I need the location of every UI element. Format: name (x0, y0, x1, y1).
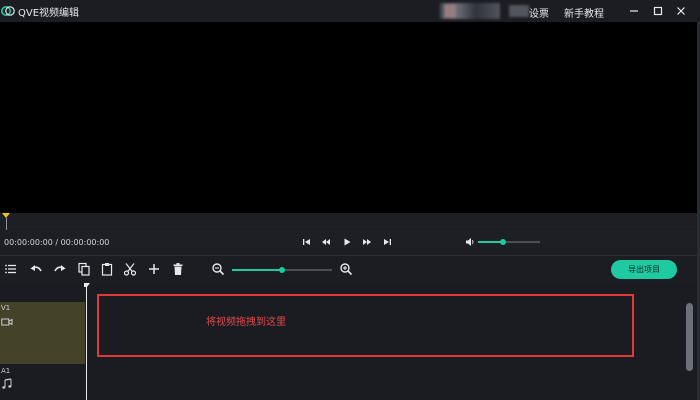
play-icon[interactable] (342, 237, 352, 247)
volume-slider-handle[interactable] (499, 239, 506, 245)
export-project-button[interactable]: 导出项目 (611, 260, 677, 279)
zoom-slider-fill (232, 269, 282, 271)
skip-to-start-icon[interactable] (302, 237, 312, 247)
video-track-header[interactable] (0, 302, 85, 364)
timeline-scrollbar[interactable] (686, 303, 693, 371)
track-label-a1: A1 (1, 367, 11, 375)
app-logo-icon (1, 6, 15, 16)
list-icon[interactable] (4, 262, 18, 276)
maximize-icon[interactable] (650, 3, 666, 19)
user-avatar-blurred[interactable] (440, 3, 500, 19)
timecode-display: 00:00:00:00 / 00:00:00:00 (4, 238, 110, 247)
undo-icon[interactable] (29, 262, 43, 276)
timeline-playhead-marker-icon[interactable] (84, 283, 90, 289)
copy-icon[interactable] (77, 262, 91, 276)
video-preview[interactable] (0, 22, 697, 213)
timeline-playhead-line[interactable] (86, 283, 87, 400)
close-icon[interactable] (673, 3, 689, 19)
redo-icon[interactable] (53, 262, 67, 276)
add-icon[interactable] (147, 262, 161, 276)
app-title: QVE视频编辑 (18, 8, 80, 19)
delete-icon[interactable] (171, 262, 185, 276)
zoom-slider-handle[interactable] (279, 267, 285, 273)
zoom-out-icon[interactable] (211, 262, 225, 276)
preview-seek-ruler[interactable] (0, 213, 697, 229)
zoom-in-icon[interactable] (339, 262, 353, 276)
settings-menu[interactable]: 设票 (529, 5, 549, 20)
fast-forward-icon[interactable] (362, 237, 372, 247)
volume-icon[interactable] (465, 237, 475, 247)
track-label-v1: V1 (1, 304, 11, 312)
video-camera-icon (1, 318, 13, 326)
drop-hint-text: 将视频拖拽到这里 (206, 317, 286, 328)
media-drop-zone[interactable] (97, 294, 634, 357)
paste-icon[interactable] (100, 262, 114, 276)
user-name-blurred (509, 5, 529, 17)
music-note-icon (2, 378, 12, 389)
rewind-icon[interactable] (321, 237, 331, 247)
playhead-line (6, 218, 7, 230)
cut-icon[interactable] (123, 262, 137, 276)
tutorial-menu[interactable]: 新手教程 (564, 5, 604, 20)
skip-to-end-icon[interactable] (382, 237, 392, 247)
minimize-icon[interactable] (626, 3, 642, 19)
